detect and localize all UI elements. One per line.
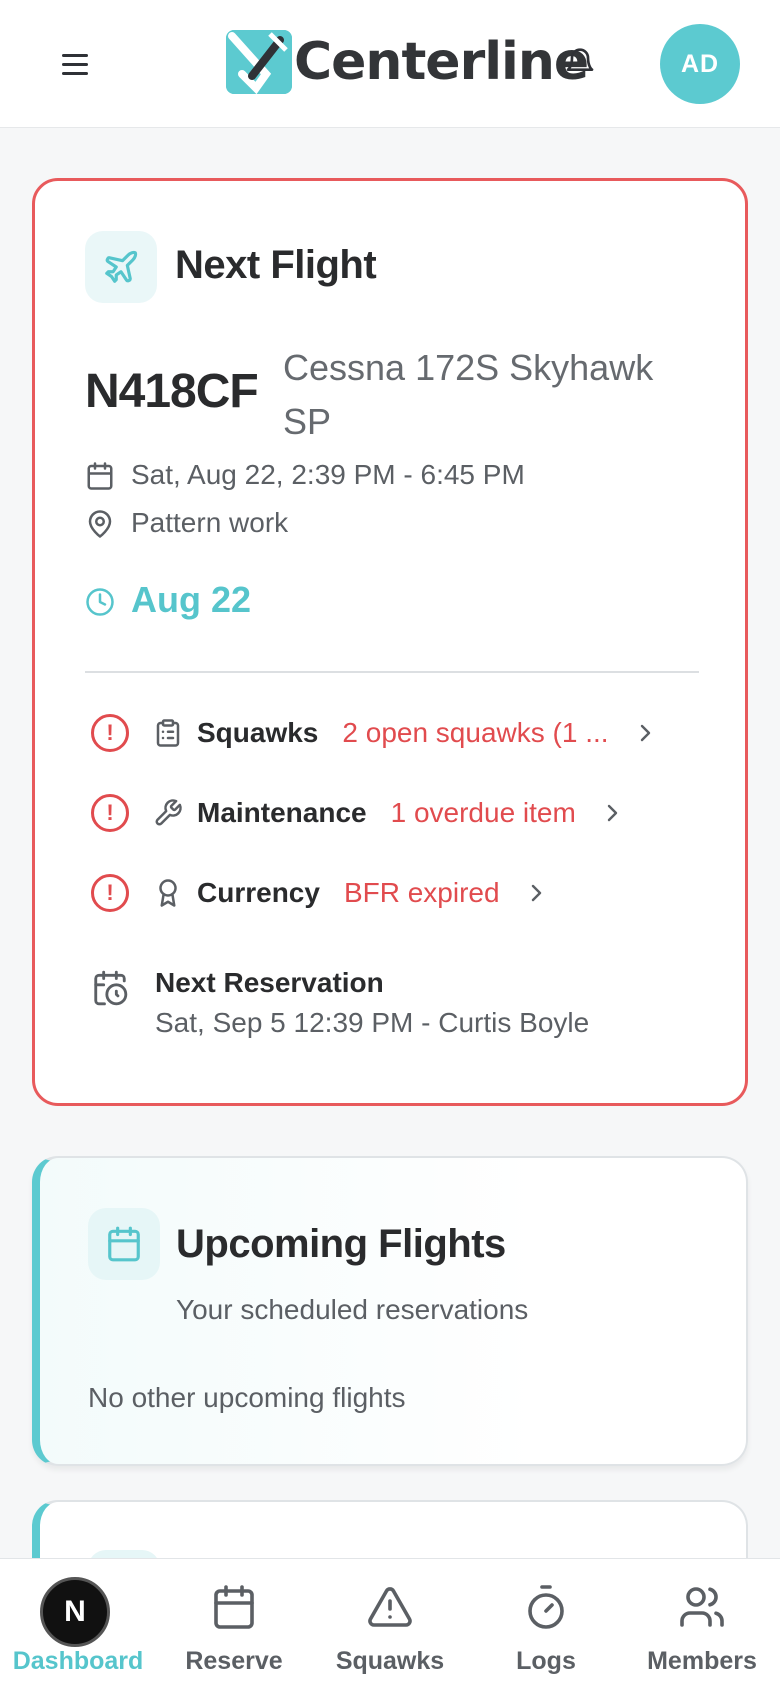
- flight-purpose: Pattern work: [131, 507, 289, 538]
- top-header: Centerline AD: [0, 0, 780, 128]
- squawks-value: 2 open squawks (1 ...: [342, 717, 609, 748]
- tail-number: N418CF: [85, 365, 259, 418]
- flight-date-short: Aug 22: [131, 579, 252, 620]
- upcoming-flights-title: Upcoming Flights: [176, 1222, 506, 1266]
- upcoming-flights-empty: No other upcoming flights: [88, 1382, 406, 1413]
- currency-value: BFR expired: [343, 877, 500, 908]
- brand-name: Centerline: [294, 32, 589, 92]
- next-reservation-label: Next Reservation: [155, 967, 384, 998]
- maintenance-status-row[interactable]: ! Maintenance 1 overdue item: [91, 791, 620, 835]
- next-reservation-value: Sat, Sep 5 12:39 PM - Curtis Boyle: [155, 1007, 590, 1038]
- bottom-nav: N Dashboard Reserve Squawks Logs Members: [0, 1558, 780, 1688]
- currency-status-row[interactable]: ! Currency BFR expired: [91, 871, 544, 915]
- airplane-icon: [85, 231, 157, 303]
- next-flight-card: Next Flight N418CF Cessna 172S Skyhawk S…: [32, 178, 748, 1106]
- chevron-right-icon: [640, 724, 650, 742]
- nav-members-label: Members: [647, 1647, 757, 1675]
- maintenance-label: Maintenance: [197, 797, 367, 828]
- card-divider: [85, 671, 699, 673]
- clock-icon: [85, 587, 115, 617]
- award-icon: [159, 879, 177, 907]
- users-icon: [680, 1587, 724, 1627]
- aircraft-model: Cessna 172S Skyhawk SP: [283, 347, 654, 442]
- alert-circle-icon: !: [91, 874, 129, 912]
- upcoming-flights-subtitle: Your scheduled reservations: [176, 1294, 529, 1325]
- nav-members[interactable]: Members: [634, 1559, 770, 1688]
- nav-logs-label: Logs: [516, 1647, 576, 1675]
- chevron-right-icon: [531, 884, 541, 902]
- centerline-logo-icon: [226, 30, 292, 94]
- wrench-icon: [155, 799, 182, 826]
- nav-logs[interactable]: Logs: [478, 1559, 614, 1688]
- stopwatch-icon: [528, 1585, 564, 1629]
- hamburger-menu-icon[interactable]: [62, 46, 98, 82]
- user-avatar[interactable]: AD: [660, 24, 740, 104]
- alert-circle-icon: !: [91, 794, 129, 832]
- alert-circle-icon: !: [91, 714, 129, 752]
- maintenance-value: 1 overdue item: [390, 797, 576, 828]
- calendar-clock-icon: [91, 969, 129, 1007]
- bell-icon[interactable]: [564, 46, 596, 80]
- flight-time-range: Sat, Aug 22, 2:39 PM - 6:45 PM: [131, 459, 525, 490]
- calendar-icon: [85, 461, 115, 491]
- nav-reserve-label: Reserve: [185, 1647, 283, 1675]
- next-flight-title: Next Flight: [175, 243, 377, 287]
- squawks-status-row[interactable]: ! Squawks 2 open squawks (1 ...: [91, 711, 653, 755]
- nav-dashboard-label: Dashboard: [12, 1647, 144, 1675]
- currency-label: Currency: [197, 877, 320, 908]
- chevron-right-icon: [607, 804, 618, 822]
- nav-squawks[interactable]: Squawks: [322, 1559, 458, 1688]
- brand-logo[interactable]: Centerline: [226, 30, 589, 94]
- clipboard-icon: [156, 719, 180, 747]
- nav-reserve[interactable]: Reserve: [166, 1559, 302, 1688]
- nav-squawks-label: Squawks: [335, 1647, 445, 1675]
- warning-triangle-icon: [368, 1587, 412, 1627]
- dashboard-page: Centerline AD Next Flight N418CF Cessna …: [0, 0, 780, 1688]
- calendar-icon: [88, 1208, 160, 1280]
- upcoming-flights-card: Upcoming Flights Your scheduled reservat…: [32, 1156, 748, 1466]
- calendar-icon: [214, 1585, 254, 1629]
- squawks-label: Squawks: [197, 717, 319, 748]
- dev-badge[interactable]: N: [40, 1577, 110, 1647]
- map-pin-icon: [85, 509, 115, 539]
